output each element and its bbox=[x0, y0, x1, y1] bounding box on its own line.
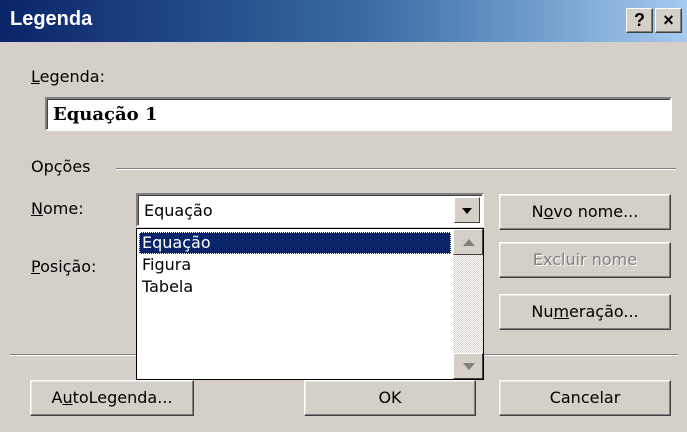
name-label: Nome: bbox=[31, 199, 84, 218]
options-group-divider bbox=[116, 168, 676, 170]
name-dropdown-list[interactable]: Equação Figura Tabela bbox=[136, 228, 484, 380]
window-title: Legenda bbox=[10, 8, 93, 30]
scroll-down-button[interactable] bbox=[453, 353, 483, 379]
list-item-figura[interactable]: Figura bbox=[139, 254, 451, 276]
triangle-down-icon bbox=[463, 363, 475, 370]
caption-input[interactable]: Equação 1 bbox=[45, 97, 672, 131]
bottom-separator-left bbox=[10, 354, 136, 356]
list-item-tabela[interactable]: Tabela bbox=[139, 276, 451, 298]
bottom-separator-right bbox=[484, 354, 678, 356]
autocaption-button[interactable]: AutoLegenda... bbox=[30, 380, 194, 416]
cancel-button[interactable]: Cancelar bbox=[499, 380, 671, 416]
chevron-down-icon bbox=[462, 208, 472, 214]
new-name-button[interactable]: Novo nome... bbox=[499, 194, 671, 230]
triangle-up-icon bbox=[463, 239, 475, 246]
delete-name-button[interactable]: Excluir nome bbox=[499, 242, 671, 278]
scroll-up-button[interactable] bbox=[453, 229, 483, 255]
caption-dialog: Legenda ? × Legenda: Equação 1 Opções No… bbox=[0, 0, 687, 432]
list-item-equacao[interactable]: Equação bbox=[139, 232, 451, 254]
caption-input-value: Equação 1 bbox=[53, 104, 158, 125]
numbering-button[interactable]: Numeração... bbox=[499, 294, 671, 330]
options-group-label: Opções bbox=[31, 157, 91, 176]
name-combobox-value: Equação bbox=[144, 201, 213, 220]
close-button[interactable]: × bbox=[655, 8, 682, 33]
name-combobox-dropdown-button[interactable] bbox=[454, 197, 480, 223]
position-label: Posição: bbox=[31, 257, 97, 276]
ok-button[interactable]: OK bbox=[304, 380, 476, 416]
list-scrollbar[interactable] bbox=[453, 229, 483, 379]
name-combobox[interactable]: Equação bbox=[136, 193, 484, 227]
help-button[interactable]: ? bbox=[626, 8, 653, 33]
caption-label: Legenda: bbox=[31, 67, 105, 86]
title-bar: Legenda ? × bbox=[0, 0, 687, 42]
